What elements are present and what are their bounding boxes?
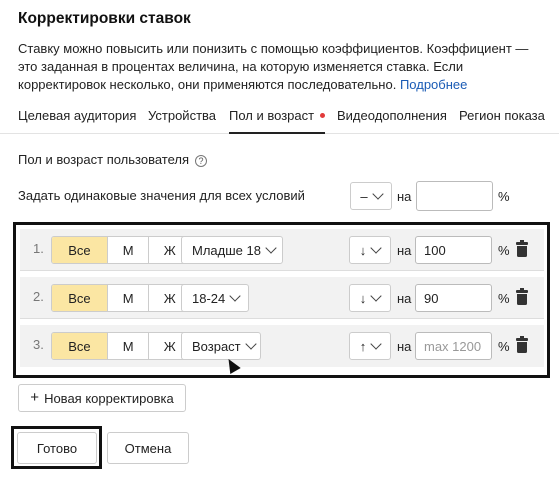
gender-all-button[interactable]: Все xyxy=(52,237,107,263)
help-icon[interactable]: ? xyxy=(195,154,208,167)
chevron-down-icon xyxy=(370,290,382,302)
section-title-text: Пол и возраст пользователя xyxy=(18,152,190,167)
cancel-button[interactable]: Отмена xyxy=(107,432,189,464)
dialog-title: Корректировки ставок xyxy=(18,10,191,27)
same-on-label: на xyxy=(397,189,412,204)
direction-arrow-icon: ↑ xyxy=(359,338,367,354)
tab-bar: Целевая аудитория Устройства Пол и возра… xyxy=(0,104,559,134)
value-input[interactable]: 100 xyxy=(415,236,492,264)
chevron-down-icon xyxy=(244,338,257,350)
trash-icon[interactable] xyxy=(516,336,528,353)
chevron-down-icon xyxy=(229,290,241,302)
row-number: 1. xyxy=(33,241,44,256)
on-label: на xyxy=(397,339,412,354)
direction-arrow-icon: ↓ xyxy=(359,242,367,258)
percent-label: % xyxy=(498,291,510,306)
tab-gender-age-label: Пол и возраст xyxy=(229,108,315,123)
same-value-input[interactable] xyxy=(416,181,493,211)
gender-male-button[interactable]: М xyxy=(106,237,149,263)
same-sign-value: – xyxy=(360,188,368,204)
age-select[interactable]: 18-24 xyxy=(181,284,249,312)
direction-select[interactable]: ↓ xyxy=(349,284,391,312)
percent-label: % xyxy=(498,339,510,354)
adjustment-row: 2. Все М Ж 18-24 ↓ на 90 % xyxy=(20,277,544,319)
trash-icon[interactable] xyxy=(516,288,528,305)
gender-all-button[interactable]: Все xyxy=(52,285,107,311)
add-adjustment-button[interactable]: + Новая корректировка xyxy=(18,384,186,412)
row-number: 2. xyxy=(33,289,44,304)
age-select[interactable]: Младше 18 xyxy=(181,236,283,264)
dialog-description: Ставку можно повысить или понизить с пом… xyxy=(18,40,543,94)
chevron-down-icon xyxy=(265,242,277,254)
gender-male-button[interactable]: М xyxy=(106,333,149,359)
direction-select[interactable]: ↑ xyxy=(349,332,391,360)
same-values-label: Задать одинаковые значения для всех усло… xyxy=(18,188,305,203)
tab-target-audience[interactable]: Целевая аудитория xyxy=(18,108,136,132)
section-title: Пол и возраст пользователя? xyxy=(18,152,208,167)
chevron-down-icon xyxy=(371,188,384,200)
age-select-value: 18-24 xyxy=(192,290,226,306)
tab-gender-age[interactable]: Пол и возраст xyxy=(229,108,326,134)
adjustment-row: 1. Все М Ж Младше 18 ↓ на 100 % xyxy=(20,229,544,271)
same-percent-label: % xyxy=(498,189,510,204)
gender-all-button[interactable]: Все xyxy=(52,333,107,359)
plus-icon: + xyxy=(30,388,40,406)
age-select[interactable]: Возраст xyxy=(181,332,261,360)
trash-icon[interactable] xyxy=(516,240,528,257)
gender-male-button[interactable]: М xyxy=(106,285,149,311)
done-button[interactable]: Готово xyxy=(17,432,97,464)
same-sign-select[interactable]: – xyxy=(350,182,392,210)
more-link[interactable]: Подробнее xyxy=(400,77,467,92)
direction-arrow-icon: ↓ xyxy=(359,290,367,306)
gender-segment: Все М Ж xyxy=(51,284,191,312)
chevron-down-icon xyxy=(370,338,382,350)
tab-video-extensions[interactable]: Видеодополнения xyxy=(337,108,447,132)
gender-segment: Все М Ж xyxy=(51,332,191,360)
on-label: на xyxy=(397,243,412,258)
active-dot-icon xyxy=(320,113,326,119)
percent-label: % xyxy=(498,243,510,258)
value-input-placeholder: max 1200 xyxy=(424,338,482,354)
add-adjustment-label: Новая корректировка xyxy=(44,390,174,406)
tab-devices[interactable]: Устройства xyxy=(148,108,216,132)
age-select-value: Возраст xyxy=(192,338,241,354)
age-select-value: Младше 18 xyxy=(192,242,261,258)
adjustment-row: 3. Все М Ж Возраст ↑ на max 1200 % xyxy=(20,325,544,367)
chevron-down-icon xyxy=(370,242,382,254)
row-number: 3. xyxy=(33,337,44,352)
tab-region[interactable]: Регион показа xyxy=(459,108,545,132)
gender-segment: Все М Ж xyxy=(51,236,191,264)
value-input[interactable]: max 1200 xyxy=(415,332,492,360)
value-input[interactable]: 90 xyxy=(415,284,492,312)
on-label: на xyxy=(397,291,412,306)
direction-select[interactable]: ↓ xyxy=(349,236,391,264)
